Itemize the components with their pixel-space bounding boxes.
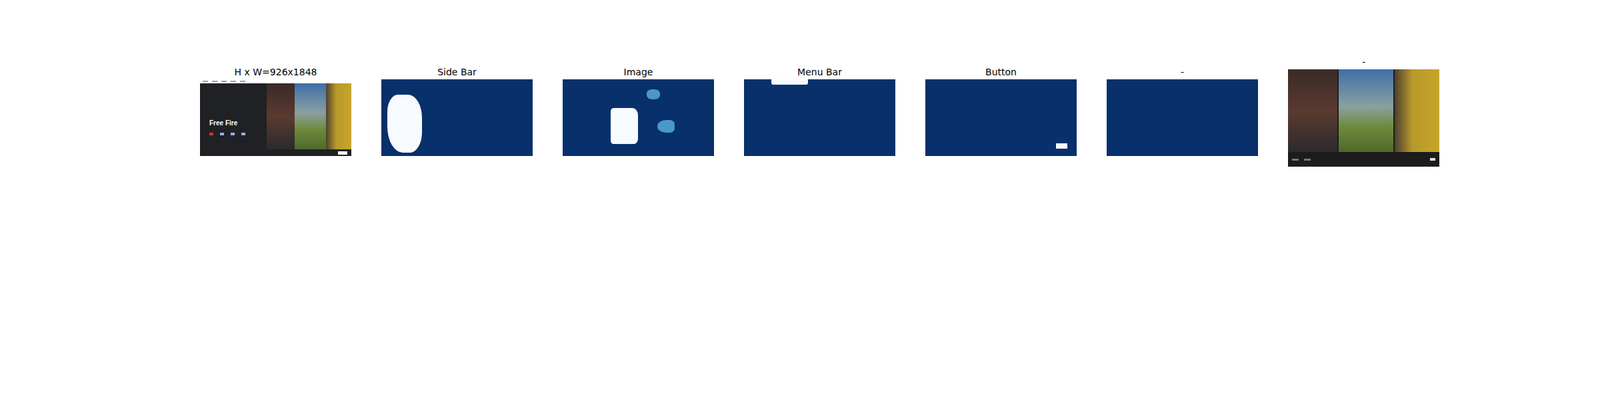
mask-region — [771, 79, 808, 85]
footer-strip — [1288, 152, 1440, 167]
figure-row: H x W=926x1848 Free Fire Side Bar Image Menu… — [0, 0, 1600, 167]
panel-title: Image — [624, 66, 654, 78]
footer-bar — [200, 149, 352, 156]
screenshot-gallery — [266, 83, 352, 150]
game-frame — [1394, 69, 1440, 152]
app-stats — [209, 132, 267, 136]
segmentation-mask — [381, 79, 533, 156]
game-frame — [1338, 69, 1394, 152]
panel-title: - — [1362, 56, 1366, 68]
screenshot-thumbnail: Free Fire — [200, 79, 352, 156]
mask-region — [1056, 143, 1068, 149]
footer-mark — [1304, 158, 1311, 161]
figure-panel: - — [1288, 56, 1440, 167]
panel-title: Menu Bar — [797, 66, 842, 78]
footer-icons — [1292, 158, 1311, 161]
figure-panel: Image — [562, 56, 714, 156]
app-page: Free Fire — [200, 83, 352, 150]
segmentation-mask — [562, 79, 714, 156]
figure-panel: H x W=926x1848 Free Fire — [200, 56, 352, 156]
image-frames — [1288, 69, 1440, 152]
stat-icon — [230, 132, 235, 136]
mask-region — [657, 120, 675, 133]
install-button[interactable] — [338, 151, 348, 155]
menu-item — [202, 80, 208, 82]
panel-title: Button — [985, 66, 1017, 78]
figure-panel: Side Bar — [381, 56, 533, 156]
menu-item — [230, 80, 236, 82]
game-image — [326, 83, 352, 150]
stat-icon — [209, 132, 214, 136]
figure-panel: Button — [925, 56, 1077, 156]
panel-title: - — [1180, 66, 1184, 78]
mask-region — [646, 89, 660, 100]
menu-item — [221, 80, 227, 82]
footer-mark — [1292, 158, 1299, 161]
menu-item — [240, 80, 246, 82]
mask-region — [610, 108, 638, 144]
menu-item — [212, 80, 218, 82]
figure-panel: Menu Bar — [744, 56, 896, 156]
panel-title: Side Bar — [437, 66, 477, 78]
segmentation-mask — [744, 79, 896, 156]
segmentation-mask — [925, 79, 1077, 156]
stat-icon — [241, 132, 246, 136]
game-image — [266, 83, 295, 150]
figure-panel: - — [1106, 56, 1258, 156]
source-image — [1288, 69, 1440, 167]
app-title: Free Fire — [209, 119, 267, 128]
corner-button — [1430, 158, 1436, 161]
app-info: Free Fire — [200, 83, 267, 150]
mask-region — [387, 94, 422, 153]
stat-icon — [220, 132, 224, 136]
panel-title: H x W=926x1848 — [234, 66, 318, 78]
game-image — [294, 83, 326, 150]
game-frame — [1288, 69, 1338, 152]
segmentation-mask — [1106, 79, 1258, 156]
